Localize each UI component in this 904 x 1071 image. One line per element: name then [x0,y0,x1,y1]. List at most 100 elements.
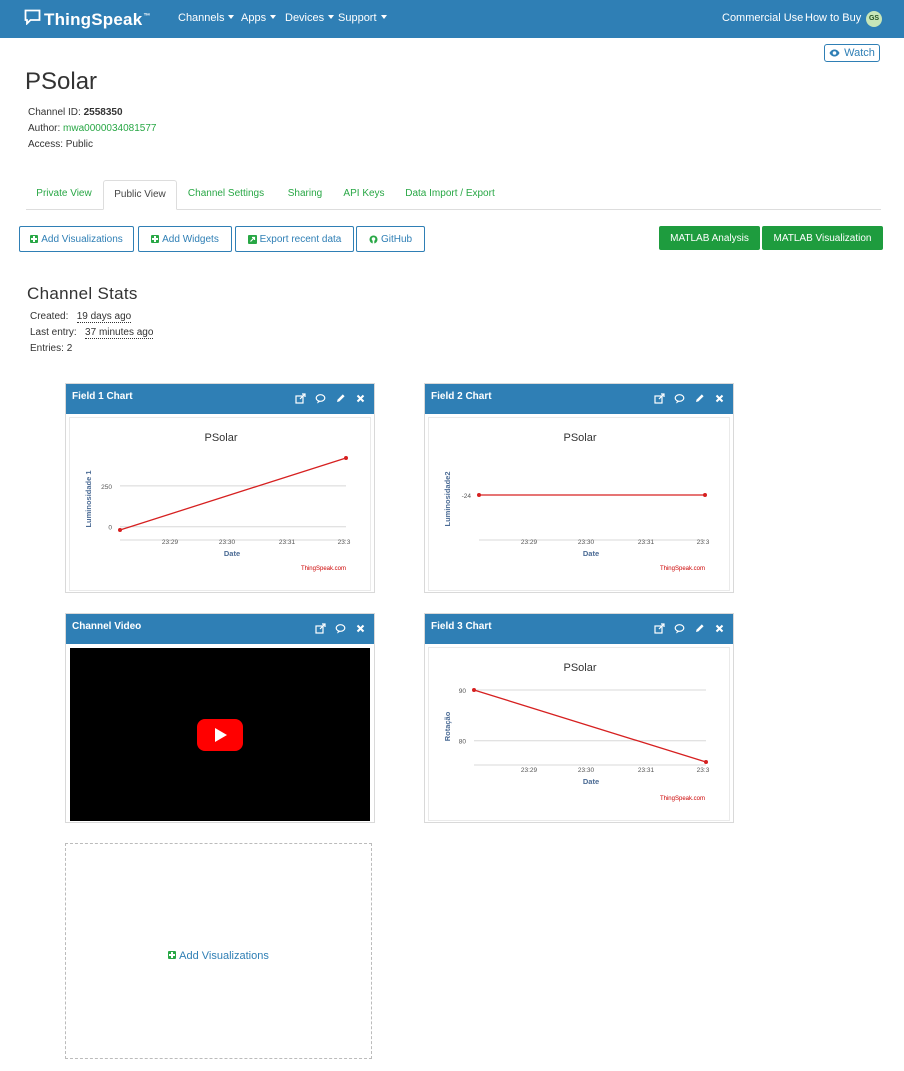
entries-value: 2 [66,343,73,354]
author-link[interactable]: mwa0000034081577 [63,123,156,134]
export-icon [247,234,257,244]
last-entry-line: Last entry: 37 minutes ago [30,327,154,339]
watch-label: Watch [844,47,875,59]
export-recent-data-button[interactable]: Export recent data [235,226,354,252]
external-link-icon[interactable] [654,393,665,404]
chart-title: PSolar [563,662,596,674]
pencil-icon[interactable] [694,623,705,634]
nav-how-to-buy[interactable]: How to Buy [805,12,861,24]
caret-down-icon [380,15,387,19]
add-visualizations-button[interactable]: Add Visualizations [19,226,134,252]
matlab-analysis-button[interactable]: MATLAB Analysis [659,226,760,250]
brand-logo[interactable]: ThingSpeak™ [24,9,151,30]
x-tick-label: 23:3 [338,539,351,546]
chart-title: PSolar [563,432,596,444]
widget-title: Field 1 Chart [72,391,133,402]
top-navbar: ThingSpeak™ Channels Apps Devices Suppor… [0,0,904,38]
github-button[interactable]: GitHub [356,226,425,252]
widget-title: Field 2 Chart [431,391,492,402]
nav-apps[interactable]: Apps [241,12,277,24]
chart-frame: PSolar -24 23:29 23:30 23:31 23:3 Date Luminosi… [428,417,730,591]
close-icon[interactable] [714,623,725,634]
field2-chart-widget: Field 2 Chart PSolar -24 23:29 23:30 23:31 23… [424,383,734,593]
channel-id-value: 2558350 [83,107,123,118]
channel-title: PSolar [25,68,98,95]
x-tick-label: 23:31 [638,539,655,546]
data-point [118,528,122,532]
widget-header: Field 2 Chart [425,384,733,414]
x-tick-label: 23:31 [279,539,296,546]
comment-icon[interactable] [315,393,326,404]
watch-button[interactable]: Watch [824,44,880,62]
field2-chart-svg: PSolar -24 23:29 23:30 23:31 23:3 Date Luminosi… [443,432,710,572]
video-player[interactable] [70,648,370,821]
pencil-icon[interactable] [335,393,346,404]
widget-header: Field 1 Chart [66,384,374,414]
data-point [477,493,481,497]
comment-icon[interactable] [335,623,346,634]
external-link-icon[interactable] [654,623,665,634]
comment-icon[interactable] [674,393,685,404]
matlab-visualization-button[interactable]: MATLAB Visualization [762,226,883,250]
last-entry-label: Last entry: [30,327,77,338]
nav-devices[interactable]: Devices [285,12,335,24]
chat-bubble-icon [24,9,41,30]
nav-commercial-use[interactable]: Commercial Use [722,12,803,24]
nav-support[interactable]: Support [338,12,387,24]
youtube-play-icon[interactable] [197,719,243,751]
chart-credit: ThingSpeak.com [660,796,705,802]
channel-video-widget: Channel Video [65,613,375,823]
x-axis-label: Date [583,549,599,558]
access-line: Access: Public [28,139,93,150]
x-tick-label: 23:31 [638,767,655,774]
x-tick-label: 23:29 [521,767,538,774]
access-label: Access: [28,139,64,150]
user-avatar[interactable]: GS [866,11,882,27]
widget-title: Field 3 Chart [431,621,492,632]
x-tick-label: 23:30 [578,767,595,774]
created-label: Created: [30,311,69,322]
close-icon[interactable] [714,393,725,404]
add-widgets-button[interactable]: Add Widgets [138,226,232,252]
author-line: Author: mwa0000034081577 [28,123,156,134]
x-tick-label: 23:3 [697,539,710,546]
y-tick-label: 0 [108,525,112,532]
plus-square-icon [168,951,177,959]
y-tick-label: 80 [459,739,467,746]
tab-api-keys[interactable]: API Keys [340,180,388,210]
tab-channel-settings[interactable]: Channel Settings [184,180,268,210]
nav-channels[interactable]: Channels [178,12,235,24]
brand-name: ThingSpeak™ [44,9,151,29]
tab-data-import-export[interactable]: Data Import / Export [402,180,498,210]
entries-label: Entries: [30,343,64,354]
x-axis-label: Date [583,777,599,786]
created-line: Created: 19 days ago [30,311,132,323]
external-link-icon[interactable] [315,623,326,634]
data-point [703,493,707,497]
series-line [473,689,707,763]
chart-frame: PSolar 0 250 23:29 23:30 23:31 23:3 Date Luminos… [69,417,371,591]
tab-sharing[interactable]: Sharing [282,180,328,210]
external-link-icon[interactable] [295,393,306,404]
plus-square-icon [30,235,39,243]
close-icon[interactable] [355,393,366,404]
add-visualizations-placeholder: Add Visualizations [65,843,372,1059]
field3-chart-widget: Field 3 Chart PSolar 90 80 23:29 23:30 23:31 2… [424,613,734,823]
y-axis-label: Luminosidade2 [443,471,452,526]
github-icon [369,235,378,243]
y-axis-label: Luminosidade 1 [84,470,93,527]
close-icon[interactable] [355,623,366,634]
access-value: Public [65,139,94,150]
comment-icon[interactable] [674,623,685,634]
plus-square-icon [151,235,160,243]
data-point [344,456,348,460]
y-tick-label: 90 [459,688,467,695]
chart-frame: PSolar 90 80 23:29 23:30 23:31 23:3 Date Rotação… [428,647,730,821]
x-tick-label: 23:3 [697,767,710,774]
caret-down-icon [270,15,277,19]
tab-public-view[interactable]: Public View [103,180,177,210]
entries-line: Entries: 2 [30,343,72,354]
add-visualizations-link[interactable]: Add Visualizations [66,950,371,962]
pencil-icon[interactable] [694,393,705,404]
tab-private-view[interactable]: Private View [26,180,102,210]
